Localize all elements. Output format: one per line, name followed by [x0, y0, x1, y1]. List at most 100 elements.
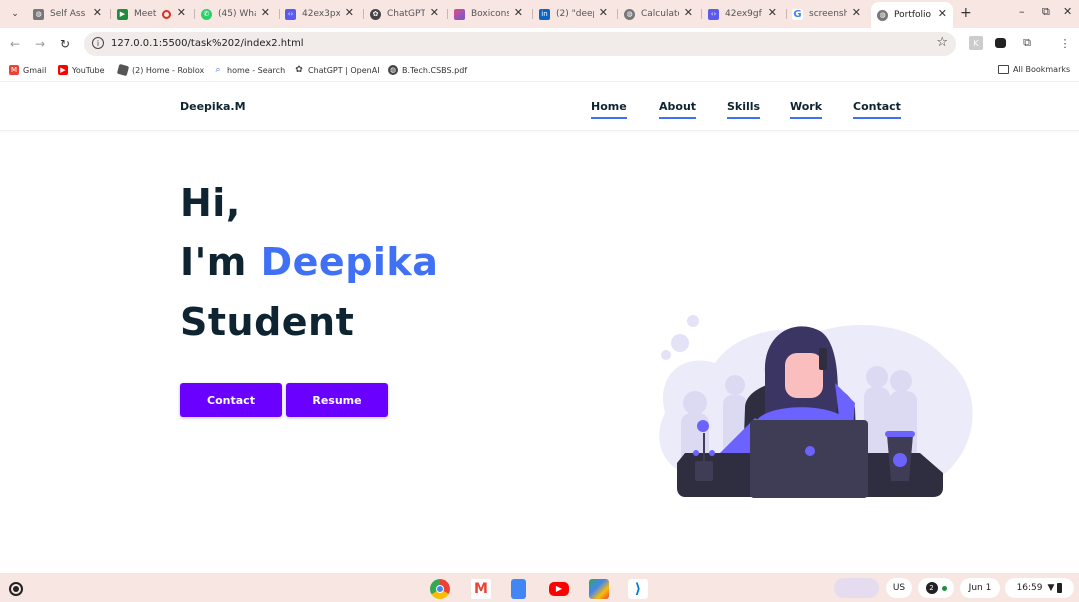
tab-close-icon[interactable]: ✕	[345, 6, 354, 19]
bookmarks-bar: M Gmail ▶ YouTube (2) Home - Roblox ⌕ ho…	[0, 60, 1079, 82]
tab-close-icon[interactable]: ✕	[93, 6, 102, 19]
bookmark-roblox[interactable]: (2) Home - Roblox	[116, 63, 205, 77]
nav-contact[interactable]: Contact	[853, 100, 901, 119]
close-window-icon[interactable]: ✕	[1063, 5, 1072, 18]
system-tray[interactable]: 16:59 ▼	[1005, 578, 1074, 598]
bookmark-youtube[interactable]: ▶ YouTube	[58, 65, 105, 75]
minimize-icon[interactable]: –	[1019, 5, 1025, 18]
youtube-icon[interactable]: ▶	[549, 582, 569, 596]
address-bar[interactable]: i 127.0.0.1:5500/task%202/index2.html ☆	[84, 32, 956, 56]
bookmark-label: B.Tech.CSBS.pdf	[402, 65, 468, 75]
globe-icon: ◍	[388, 65, 398, 75]
gmail-icon[interactable]: M	[471, 579, 491, 599]
resume-button[interactable]: Resume	[286, 383, 388, 417]
tab-close-icon[interactable]: ✕	[852, 6, 861, 19]
site-logo[interactable]: Deepika.M	[180, 100, 246, 113]
tab-42ex3px[interactable]: ‹› 42ex3px ✕	[285, 4, 360, 24]
bookmark-gmail[interactable]: M Gmail	[9, 65, 46, 75]
tab-close-icon[interactable]: ✕	[261, 6, 270, 19]
globe-icon: ◍	[624, 8, 635, 20]
chatgpt-icon: ✿	[370, 8, 381, 20]
tab-linkedin[interactable]: in (2) "deep ✕	[539, 4, 614, 24]
all-bookmarks[interactable]: All Bookmarks	[998, 65, 1070, 74]
chatgpt-icon: ✿	[294, 65, 304, 75]
recording-indicator-icon	[162, 9, 171, 19]
status-dot-icon	[941, 585, 947, 591]
tab-meet[interactable]: ▶ Meet ✕	[117, 4, 192, 24]
extension-k-icon[interactable]: K	[969, 36, 983, 50]
browser-tab-strip: ⌄ ◍ Self Ass ✕ ▶ Meet ✕ ✆ (45) Wha ✕ ‹› …	[0, 0, 1079, 28]
youtube-icon: ▶	[58, 65, 68, 75]
os-shelf: M ▶ ⟩ US 2 Jun 1 16:59 ▼	[0, 573, 1079, 602]
folder-icon	[998, 65, 1009, 74]
hero-name: Deepika	[260, 240, 439, 284]
bookmark-label: (2) Home - Roblox	[132, 65, 205, 75]
nav-skills[interactable]: Skills	[727, 100, 761, 119]
bookmark-btech-pdf[interactable]: ◍ B.Tech.CSBS.pdf	[388, 65, 467, 75]
tab-label: screensh	[809, 9, 847, 19]
tab-42ex9gf[interactable]: ‹› 42ex9gf ✕	[708, 4, 783, 24]
tab-search-chevron-icon[interactable]: ⌄	[6, 5, 24, 23]
locale-indicator[interactable]: US	[886, 578, 912, 598]
code-icon: ‹›	[708, 8, 719, 20]
extension-shield-icon[interactable]	[995, 38, 1006, 48]
date-display[interactable]: Jun 1	[960, 578, 1000, 598]
globe-icon: ◍	[33, 8, 44, 20]
tab-label: Boxicons	[471, 9, 509, 19]
tab-chatgpt[interactable]: ✿ ChatGPT ✕	[370, 4, 445, 24]
tab-label: Meet	[134, 9, 157, 19]
docs-icon[interactable]	[511, 579, 526, 599]
plant-pot	[695, 461, 713, 481]
tab-whatsapp[interactable]: ✆ (45) Wha ✕	[201, 4, 276, 24]
google-icon: G	[792, 8, 803, 20]
bookmark-label: Gmail	[23, 65, 47, 75]
play-store-icon[interactable]	[589, 579, 609, 599]
back-arrow-icon[interactable]: ←	[10, 37, 20, 51]
chrome-icon[interactable]	[430, 579, 450, 599]
reload-icon[interactable]: ↻	[60, 37, 70, 51]
new-tab-icon[interactable]: +	[960, 5, 972, 21]
tab-close-icon[interactable]: ✕	[684, 6, 693, 19]
tab-close-icon[interactable]: ✕	[599, 6, 608, 19]
bookmark-star-icon[interactable]: ☆	[936, 35, 948, 50]
launcher-icon[interactable]	[9, 582, 23, 596]
tab-close-icon[interactable]: ✕	[938, 7, 947, 20]
extensions-puzzle-icon[interactable]: ⧉	[1020, 36, 1034, 50]
globe-icon: ◍	[877, 9, 888, 21]
bookmark-chatgpt[interactable]: ✿ ChatGPT | OpenAI	[294, 65, 380, 75]
tab-close-icon[interactable]: ✕	[768, 6, 777, 19]
tab-self-assessment[interactable]: ◍ Self Ass ✕	[33, 4, 108, 24]
site-header: Deepika.M Home About Skills Work Contact	[0, 83, 1079, 131]
phone	[819, 348, 827, 370]
code-icon: ‹›	[285, 8, 296, 20]
tab-close-icon[interactable]: ✕	[177, 6, 186, 19]
url-text[interactable]: 127.0.0.1:5500/task%202/index2.html	[111, 38, 304, 49]
tab-close-icon[interactable]: ✕	[430, 6, 439, 19]
tab-label: 42ex3px	[302, 9, 340, 19]
restore-icon[interactable]: ⧉	[1042, 5, 1050, 19]
hero-illustration	[659, 315, 973, 498]
tab-label: ChatGPT	[387, 9, 425, 19]
bookmark-home-search[interactable]: ⌕ home - Search	[213, 65, 285, 75]
nav-about[interactable]: About	[659, 100, 697, 119]
bubble	[671, 334, 689, 352]
gmail-icon: M	[9, 65, 19, 75]
tab-portfolio-active[interactable]: ◍ Portfolio ✕	[871, 2, 953, 28]
forward-arrow-icon[interactable]: →	[35, 37, 45, 51]
laptop-logo	[805, 446, 815, 456]
tab-google-search[interactable]: G screensh ✕	[792, 4, 867, 24]
site-info-icon[interactable]: i	[92, 37, 104, 49]
nav-work[interactable]: Work	[790, 100, 823, 119]
tab-boxicons[interactable]: Boxicons ✕	[454, 4, 529, 24]
hero-role: Student	[180, 300, 355, 344]
vscode-icon[interactable]: ⟩	[628, 579, 648, 599]
face	[785, 353, 823, 398]
bubble	[687, 315, 699, 327]
notification-tray[interactable]: 2	[918, 578, 954, 598]
contact-button[interactable]: Contact	[180, 383, 282, 417]
tab-close-icon[interactable]: ✕	[514, 6, 523, 19]
menu-kebab-icon[interactable]: ⋮	[1058, 36, 1072, 50]
tab-calculator[interactable]: ◍ Calculato ✕	[624, 4, 699, 24]
nav-home[interactable]: Home	[591, 100, 627, 119]
ime-palette-icon[interactable]	[834, 578, 879, 598]
